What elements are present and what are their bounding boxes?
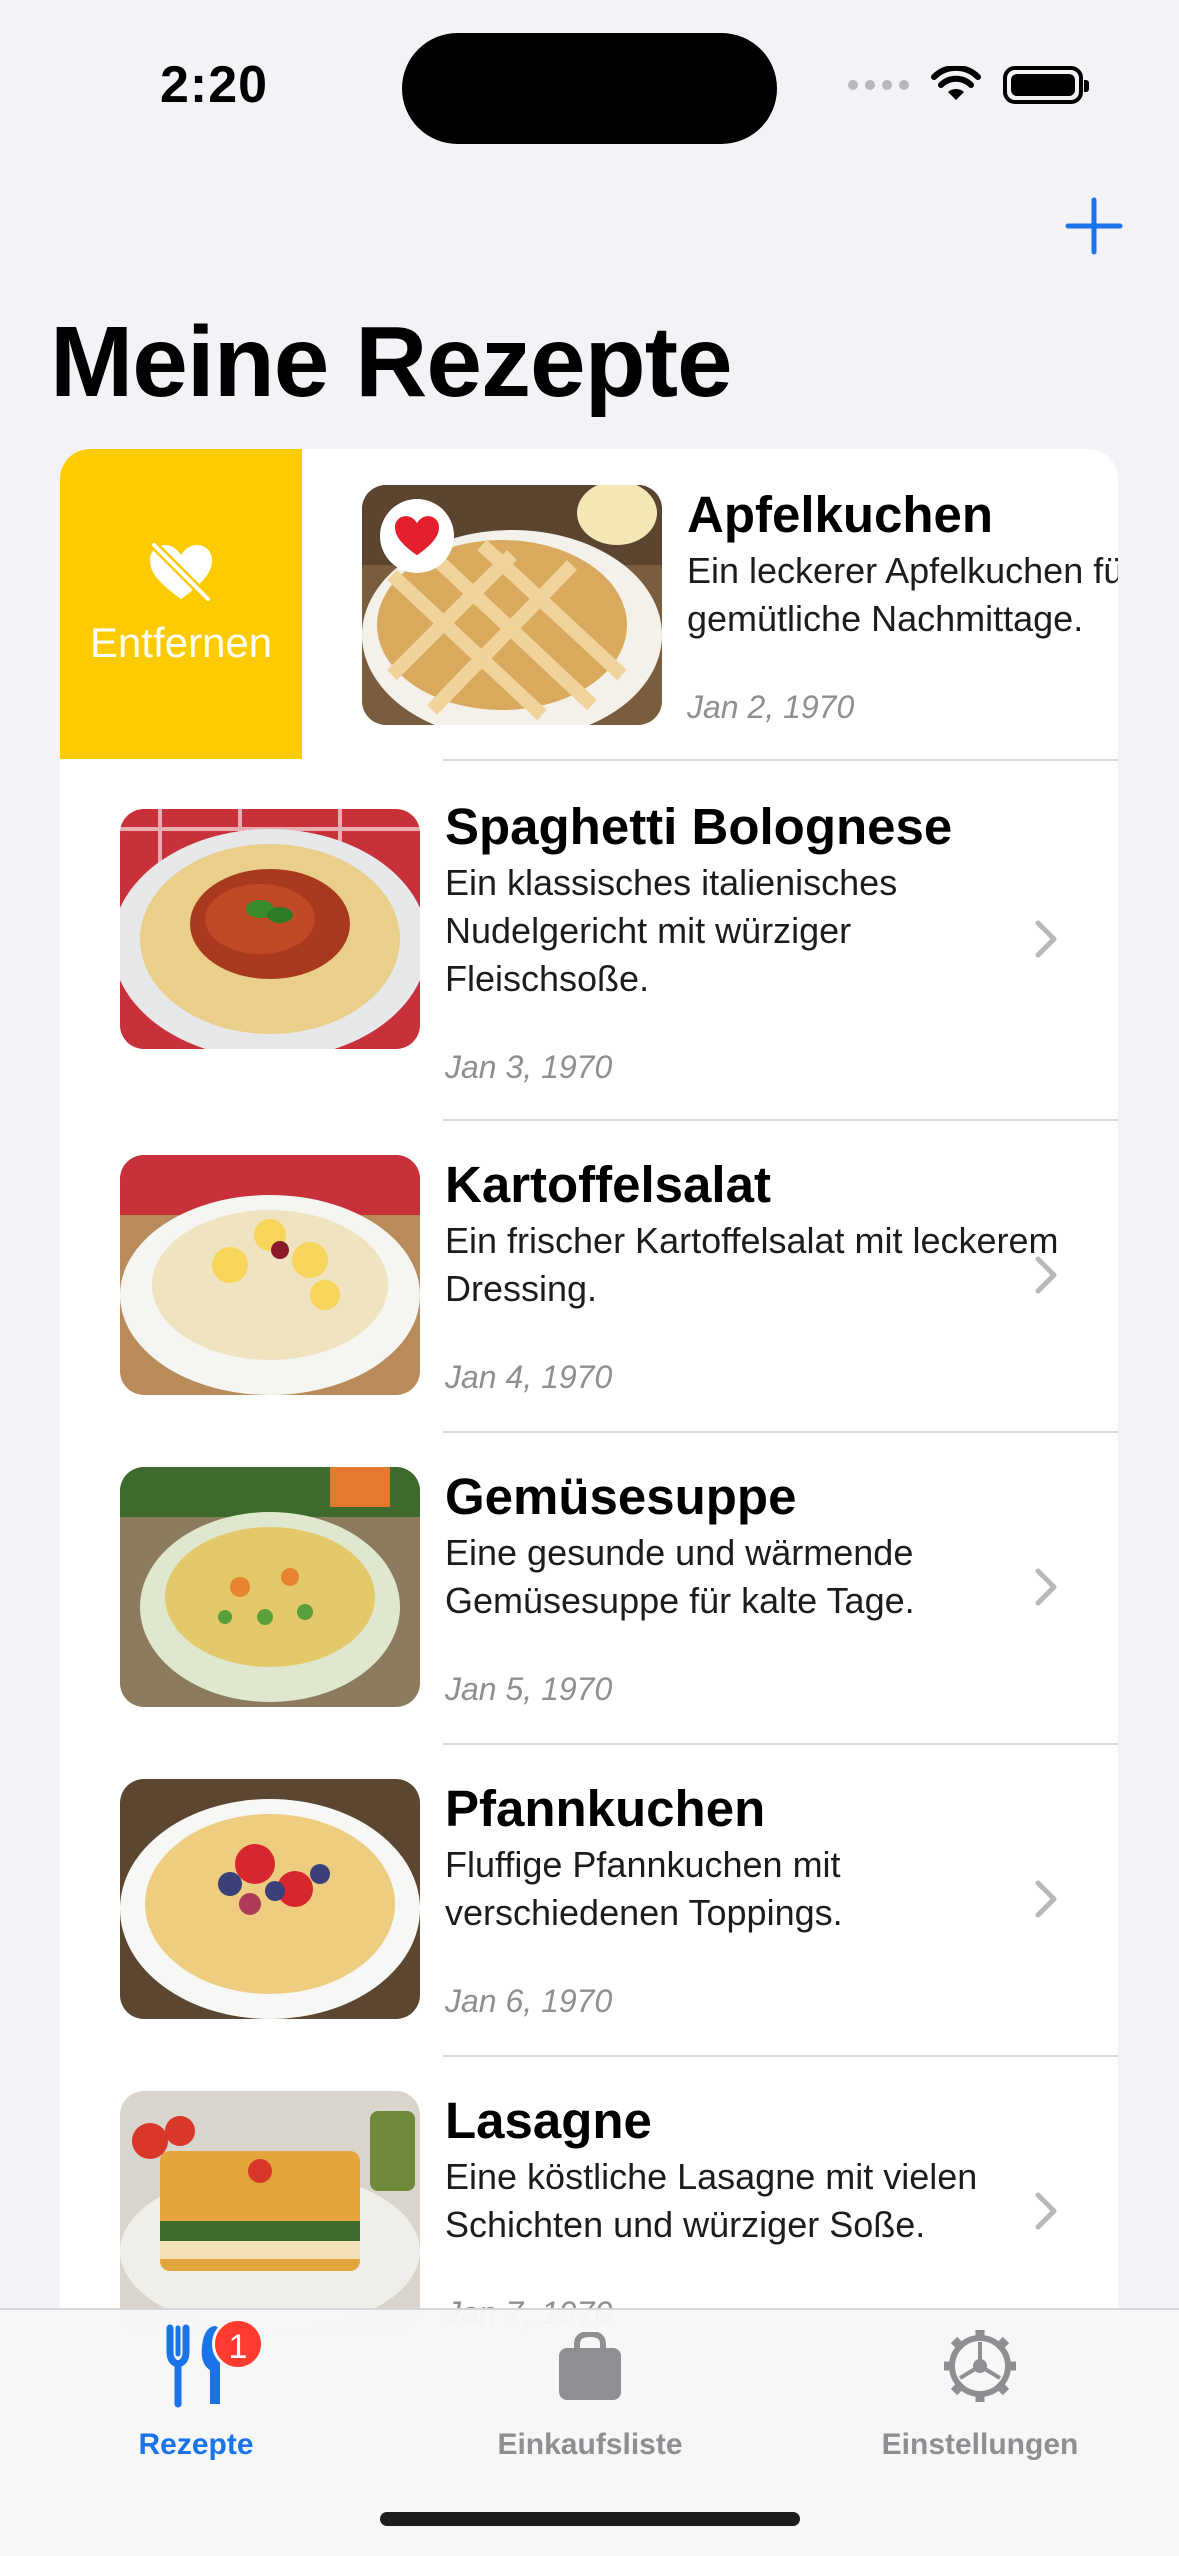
status-time: 2:20 — [160, 56, 269, 114]
recipe-row[interactable]: Spaghetti Bolognese Ein klassisches ital… — [60, 761, 1118, 1119]
recipe-description: Ein klassisches italienisches Nudelgeric… — [445, 862, 898, 999]
chevron-right-icon — [1035, 1880, 1057, 1918]
recipe-image — [120, 1779, 420, 2019]
recipe-description: Fluffige Pfannkuchen mit verschiedenen T… — [445, 1844, 843, 1933]
recipe-image — [120, 1155, 420, 1395]
chevron-right-icon — [1035, 920, 1057, 958]
page-title: Meine Rezepte — [50, 306, 733, 418]
recipe-image — [120, 809, 420, 1049]
heart-icon — [395, 516, 439, 556]
gear-icon — [944, 2330, 1016, 2402]
add-recipe-button[interactable] — [1064, 196, 1124, 256]
recipe-list: Entfernen Apfelkuchen Ein leckerer Apfel… — [60, 449, 1118, 2556]
tab-label: Einstellungen — [881, 2428, 1079, 2461]
battery-icon — [1003, 66, 1089, 104]
recipe-image — [362, 485, 662, 725]
recipe-title: Pfannkuchen — [445, 1780, 766, 1837]
recipe-description: Ein frischer Kartoffelsalat mit leckerem… — [445, 1220, 1059, 1309]
recipe-row[interactable]: Apfelkuchen Ein leckerer Apfelkuchen für… — [60, 449, 1118, 759]
tab-rezepte[interactable]: 1 Rezepte — [46, 2310, 346, 2510]
recipe-description: Ein leckerer Apfelkuchen für gemütliche … — [687, 550, 1118, 639]
tab-einstellungen[interactable]: Einstellungen — [830, 2310, 1130, 2510]
recipe-image — [120, 1467, 420, 1707]
recipe-title: Lasagne — [445, 2092, 652, 2149]
recipe-row[interactable]: Kartoffelsalat Ein frischer Kartoffelsal… — [60, 1121, 1118, 1431]
recipe-date: Jan 5, 1970 — [445, 1671, 613, 1707]
recipe-title: Apfelkuchen — [687, 486, 994, 543]
recipe-row[interactable]: Gemüsesuppe Eine gesunde und wärmende Ge… — [60, 1433, 1118, 1743]
recipe-title: Spaghetti Bolognese — [445, 798, 953, 855]
notification-badge: 1 — [212, 2318, 264, 2370]
tab-label: Rezepte — [138, 2428, 254, 2461]
tab-einkaufsliste[interactable]: Einkaufsliste — [440, 2310, 740, 2510]
recipe-date: Jan 6, 1970 — [445, 1983, 613, 2019]
cellular-signal-icon — [848, 80, 909, 90]
tab-label: Einkaufsliste — [497, 2428, 683, 2461]
recipe-row[interactable]: Pfannkuchen Fluffige Pfannkuchen mit ver… — [60, 1745, 1118, 2055]
recipe-description: Eine köstliche Lasagne mit vielen Schich… — [445, 2156, 978, 2245]
recipe-title: Gemüsesuppe — [445, 1468, 797, 1525]
favorite-badge — [380, 499, 454, 573]
dynamic-island — [402, 33, 777, 144]
recipe-date: Jan 3, 1970 — [445, 1049, 613, 1085]
wifi-icon — [931, 66, 981, 100]
chevron-right-icon — [1035, 1568, 1057, 1606]
recipe-date: Jan 4, 1970 — [445, 1359, 613, 1395]
recipe-image — [120, 2091, 420, 2331]
bag-icon — [559, 2332, 621, 2400]
recipe-description: Eine gesunde und wärmende Gemüsesuppe fü… — [445, 1532, 915, 1621]
chevron-right-icon — [1035, 2192, 1057, 2230]
chevron-right-icon — [1035, 1256, 1057, 1294]
status-icons — [848, 66, 1089, 104]
recipe-title: Kartoffelsalat — [445, 1156, 771, 1213]
recipe-date: Jan 2, 1970 — [687, 689, 855, 725]
home-indicator — [380, 2512, 800, 2526]
